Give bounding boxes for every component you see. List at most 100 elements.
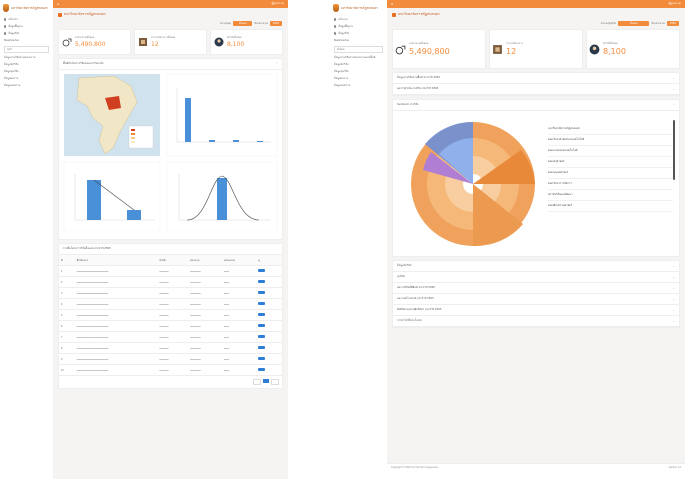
view-button[interactable] (258, 313, 266, 316)
sunburst-header[interactable]: Sunburst งานวิจัย ⌃ (393, 100, 679, 111)
view-button[interactable] (258, 302, 266, 305)
projects-table-panel: รายชื่อโครงการวิจัยทั้งหมด ประจำปี 2565 … (58, 243, 283, 389)
sidebar-menu-2[interactable]: ข้อมูลทุนวิจัย (0, 68, 53, 75)
brand[interactable]: มหาวิทยาลัยราชภัฏสกลนคร (0, 0, 53, 16)
view-button[interactable] (258, 269, 266, 272)
bar (185, 98, 191, 142)
table-row: 5 ━━━━━━━━━━━━━━━━━━━━━━━━ ━━━━━━━ ━━━━━━━━… (59, 309, 282, 321)
menu-icon[interactable]: ☰ (57, 3, 59, 6)
user-menu[interactable]: ผู้ดูแลระบบ (271, 2, 284, 6)
map-legend-swatch (131, 137, 135, 139)
map-charts-panel: พื้นที่ดำเนินการวิจัยของมหาวิทยาลัย ⌃ (58, 58, 283, 240)
menu-icon[interactable]: ☰ (391, 3, 393, 6)
sidebar-item-research[interactable]: ข้อมูลวิจัย (0, 30, 53, 37)
collapse-icon[interactable]: ⌃ (275, 62, 278, 66)
page-prev[interactable] (253, 379, 261, 385)
sidebar-menu-3[interactable]: ข้อมูลผลงาน (330, 75, 387, 82)
logo-icon (333, 4, 339, 12)
bar (233, 140, 239, 142)
sidebar-item-home[interactable]: หน้าแรก (0, 16, 53, 23)
topbar: ☰ ผู้ดูแลระบบ (53, 0, 288, 8)
view-button[interactable] (258, 280, 266, 283)
legend-scrollbar[interactable] (673, 120, 675, 180)
table-row: 8 ━━━━━━━━━━━━━━━━━━━━━━━━ ━━━━━━━ ━━━━━━━━… (59, 342, 282, 354)
map-icon (137, 37, 148, 48)
fiscal-year-select[interactable]: 2565 (269, 21, 282, 26)
view-button[interactable] (258, 357, 266, 360)
page-current[interactable] (263, 379, 269, 383)
accordion-creative-works[interactable]: ผลงานสร้างสรรค์ ประจำปี 2565 ⌄ (393, 294, 679, 305)
bar (217, 178, 227, 220)
version: Version 1.0 (668, 465, 681, 469)
sidebar-right: มหาวิทยาลัยราชภัฏสกลนคร หน้าแรก ข้อมูลพื… (330, 0, 388, 470)
chevron-down-icon: ⌄ (672, 87, 675, 91)
legend-item: คณะวิทยาศาสตร์และเทคโนโลยี (548, 135, 673, 146)
sidebar-menu-1[interactable]: ข้อมูลนักวิจัย (330, 61, 387, 68)
filter-label: ปีงบประมาณ (334, 39, 349, 42)
bar (87, 180, 101, 220)
view-button[interactable] (258, 324, 266, 327)
table-header: # ชื่อโครงการ หัวหน้า หน่วยงาน งบประมาณ … (59, 255, 282, 266)
sidebar-item-basic[interactable]: ข้อมูลพื้นฐาน (330, 23, 387, 30)
sidebar-menu-3[interactable]: ข้อมูลผลงาน (0, 75, 53, 82)
sidebar-menu-1[interactable]: ข้อมูลนักวิจัย (0, 61, 53, 68)
chevron-down-icon: ⌄ (672, 308, 675, 312)
charts-canvas (63, 73, 278, 233)
map-panel-header[interactable]: พื้นที่ดำเนินการวิจัยของมหาวิทยาลัย ⌃ (59, 59, 282, 70)
view-button[interactable] (258, 346, 266, 349)
footer: Copyright © 2022 มหาวิทยาลัยราชภัฏสกลนคร… (387, 463, 685, 470)
projects-table: # ชื่อโครงการ หัวหน้า หน่วยงาน งบประมาณ … (59, 255, 282, 376)
chevron-up-icon: ⌃ (672, 103, 675, 107)
accordion-utilization[interactable]: การนำไปใช้ประโยชน์ ⌄ (393, 316, 679, 327)
year-select[interactable]: ทุกปี (4, 46, 49, 53)
sidebar-item-home[interactable]: หน้าแรก (330, 16, 387, 23)
brand-name: มหาวิทยาลัยราชภัฏสกลนคร (11, 5, 48, 10)
legend-item: มหาวิทยาลัยราชภัฏสกลนคร (548, 124, 673, 135)
view-button[interactable] (258, 368, 266, 371)
sidebar-menu-0[interactable]: ข้อมูลงานวิจัยตามหน่วยงานและพื้นที่ (330, 54, 387, 61)
page-title: มหาวิทยาลัยราชภัฏสกลนคร (387, 8, 685, 21)
copyright: Copyright © 2022 มหาวิทยาลัยราชภัฏสกลนคร (391, 466, 439, 469)
chevron-down-icon: ⌄ (672, 297, 675, 301)
user-menu[interactable]: ผู้ดูแลระบบ (668, 2, 681, 6)
title-icon (392, 12, 396, 17)
stat-budget: งบประมาณทั้งหมด 5,490,800 (392, 29, 486, 69)
logo-icon (3, 4, 9, 12)
sidebar-menu-2[interactable]: ข้อมูลทุนวิจัย (330, 68, 387, 75)
view-button[interactable] (258, 335, 266, 338)
accordion-grants[interactable]: ทุนวิจัย ⌄ (393, 272, 679, 283)
accordion-area[interactable]: ข้อมูลงานวิจัยตามพื้นที่ ประจำปี 2565 ⌄ (393, 73, 679, 84)
legend-item: คณะมนุษยศาสตร์ (548, 168, 673, 179)
sidebar-menu-0[interactable]: ข้อมูลงานวิจัยตามหน่วยงาน (0, 54, 53, 61)
brand-name: มหาวิทยาลัยราชภัฏสกลนคร (341, 5, 378, 10)
accordion-results[interactable]: ผลการดำเนินงานวิจัย ประจำปี 2565 ⌄ (393, 84, 679, 95)
type-select[interactable]: ทั้งหมด (233, 21, 253, 26)
sidebar-menu-4[interactable]: ข้อมูลบทความ (330, 82, 387, 89)
type-select[interactable]: ทั้งหมด (618, 21, 650, 26)
research-icon (4, 32, 7, 35)
topbar: ☰ ผู้ดูแลระบบ (387, 0, 685, 8)
accordion-publications[interactable]: ผลงานวิจัยที่ตีพิมพ์ ประจำปี 2565 ⌄ (393, 283, 679, 294)
page-next[interactable] (271, 379, 279, 385)
view-button[interactable] (258, 291, 266, 294)
bar-chart-frame (166, 73, 278, 157)
sidebar-menu-4[interactable]: ข้อมูลบทความ (0, 82, 53, 89)
bar (209, 140, 215, 142)
sidebar-item-research[interactable]: ข้อมูลวิจัย (330, 30, 387, 37)
stat-budget: งบประมาณทั้งหมด 5,490,800 (58, 29, 131, 55)
avatar-icon (213, 37, 224, 48)
table-title: รายชื่อโครงการวิจัยทั้งหมด ประจำปี 2565 (59, 244, 282, 255)
main-right: ☰ ผู้ดูแลระบบ มหาวิทยาลัยราชภัฏสกลนคร ปร… (387, 0, 685, 470)
sidebar-item-basic[interactable]: ข้อมูลพื้นฐาน (0, 23, 53, 30)
fiscal-year-select[interactable]: 2565 (666, 21, 679, 26)
accordion-patents[interactable]: สิทธิบัตรและอนุสิทธิบัตร ประจำปี 2565 ⌄ (393, 305, 679, 316)
table-row: 7 ━━━━━━━━━━━━━━━━━━━━━━━━ ━━━━━━━ ━━━━━━━━… (59, 331, 282, 343)
sunburst-panel: Sunburst งานวิจัย ⌃ มหาวิทยาลัยราชภัฏสกลน… (392, 99, 680, 257)
screenshot-left: มหาวิทยาลัยราชภัฏสกลนคร หน้าแรก ข้อมูลพื… (0, 0, 288, 479)
research-icon (334, 32, 337, 35)
accordion-researchers[interactable]: ข้อมูลนักวิจัย ⌄ (393, 261, 679, 272)
chevron-down-icon: ⌄ (672, 286, 675, 290)
info-icon (4, 25, 7, 28)
brand[interactable]: มหาวิทยาลัยราชภัฏสกลนคร (330, 0, 387, 16)
year-select[interactable]: ทั้งหมด (334, 46, 383, 53)
